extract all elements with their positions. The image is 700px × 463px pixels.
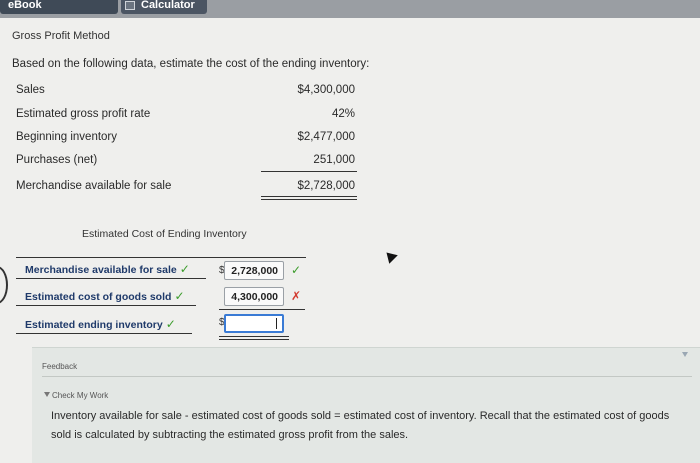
- calc-label-cost-of-goods-sold-text: Estimated cost of goods sold: [25, 291, 172, 303]
- problem-intro: Based on the following data, estimate th…: [12, 58, 370, 70]
- label-check-icon: ✓: [179, 262, 190, 276]
- incorrect-x-icon: ✗: [291, 289, 302, 303]
- feedback-panel: Feedback Check My Work Inventory availab…: [32, 347, 700, 463]
- calc-label-ending-inventory-text: Estimated ending inventory: [25, 319, 163, 331]
- data-value-merchandise-available: $2,728,000: [297, 180, 355, 192]
- data-value-gross-profit-rate: 42%: [331, 108, 355, 120]
- ending-inventory-input[interactable]: [224, 314, 284, 333]
- mouse-pointer-icon: [382, 248, 398, 264]
- merchandise-available-amount[interactable]: 2,728,000: [224, 261, 284, 280]
- data-label-gross-profit-rate: Estimated gross profit rate: [16, 108, 151, 120]
- tab-calculator-label: Calculator: [141, 0, 195, 11]
- amount-rule: [219, 309, 305, 310]
- final-rule-1: [219, 336, 289, 337]
- total-rule-2: [261, 199, 357, 200]
- calculator-icon: [125, 1, 135, 10]
- subtotal-rule: [261, 171, 357, 172]
- final-rule-2: [219, 339, 289, 340]
- label-check-icon: ✓: [174, 289, 185, 303]
- calc-label-rule-2: [16, 305, 196, 306]
- calc-label-rule-3: [16, 333, 192, 334]
- feedback-divider: [42, 376, 692, 377]
- tab-ebook[interactable]: eBook: [0, 0, 118, 14]
- cost-of-goods-sold-amount[interactable]: 4,300,000: [224, 287, 284, 306]
- calc-label-merchandise-available[interactable]: Merchandise available for sale ✓: [25, 262, 190, 276]
- data-label-purchases: Purchases (net): [16, 154, 98, 166]
- data-value-sales: $4,300,000: [297, 84, 355, 96]
- calc-label-ending-inventory[interactable]: Estimated ending inventory ✓: [25, 317, 176, 331]
- collapse-arrow-icon[interactable]: [682, 352, 688, 357]
- calc-label-cost-of-goods-sold[interactable]: Estimated cost of goods sold ✓: [25, 289, 185, 303]
- calc-label-merchandise-available-text: Merchandise available for sale: [25, 264, 177, 276]
- total-rule-1: [261, 196, 357, 197]
- feedback-label: Feedback: [42, 362, 78, 371]
- feedback-text: Inventory available for sale - estimated…: [51, 410, 670, 441]
- data-label-sales: Sales: [16, 84, 45, 96]
- calc-label-rule-1: [16, 278, 206, 279]
- calc-title: Estimated Cost of Ending Inventory: [82, 228, 247, 240]
- data-value-purchases: 251,000: [313, 154, 355, 166]
- check-my-work-label: Check My Work: [52, 391, 109, 400]
- tab-calculator[interactable]: Calculator: [121, 0, 207, 14]
- check-my-work-toggle[interactable]: Check My Work: [44, 391, 108, 400]
- calc-top-rule: [16, 257, 306, 258]
- data-label-beginning-inventory: Beginning inventory: [16, 131, 118, 143]
- data-label-merchandise-available: Merchandise available for sale: [16, 180, 172, 192]
- label-check-icon: ✓: [165, 317, 176, 331]
- text-cursor: [276, 318, 277, 329]
- tab-ebook-label: eBook: [8, 0, 42, 11]
- correct-check-icon: ✓: [291, 263, 302, 277]
- triangle-down-icon: [44, 392, 50, 397]
- side-arc: [0, 266, 8, 304]
- data-value-beginning-inventory: $2,477,000: [297, 131, 355, 143]
- page-title: Gross Profit Method: [12, 30, 110, 42]
- tab-bar: eBook Calculator: [0, 0, 700, 18]
